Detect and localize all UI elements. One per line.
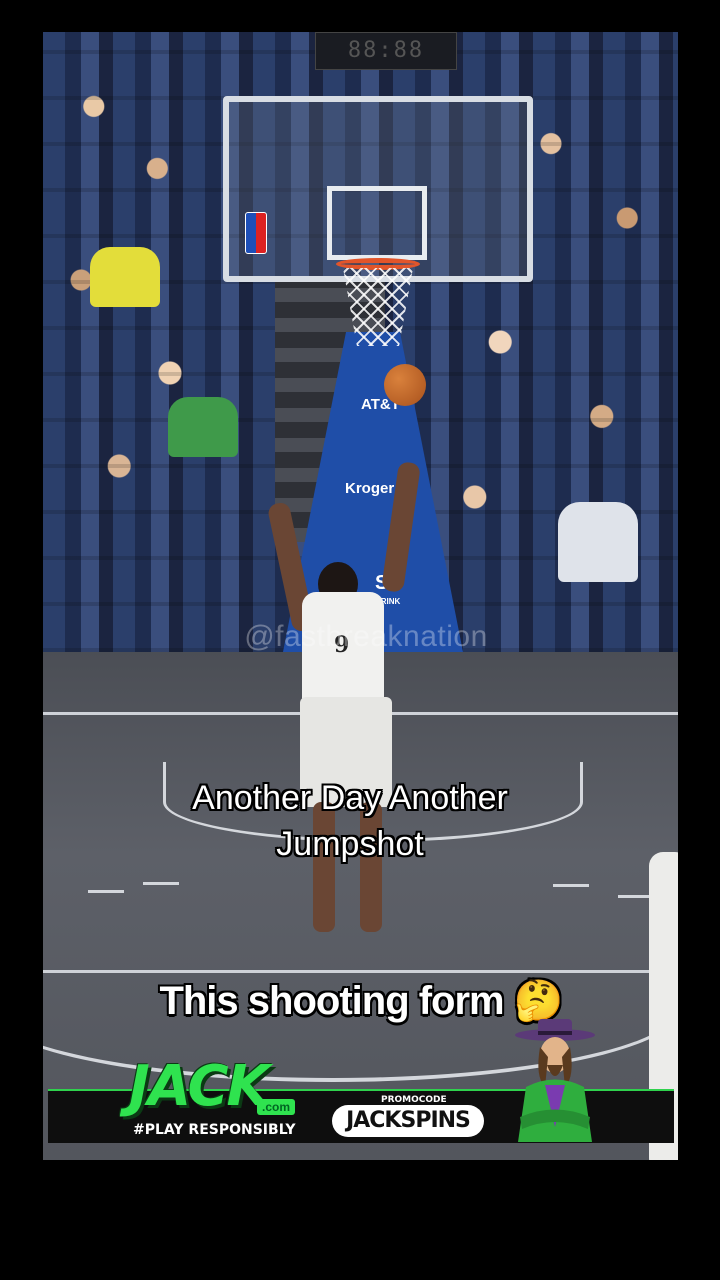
fan-green-shirt bbox=[168, 397, 238, 457]
court-dash bbox=[88, 890, 124, 893]
mascot-character-icon bbox=[515, 1019, 595, 1142]
player-shooting: 9 bbox=[266, 461, 430, 962]
court-dash bbox=[553, 884, 589, 887]
nba-logo-icon bbox=[245, 212, 267, 254]
play-responsibly-text: #PLAY RESPONSIBLY bbox=[133, 1122, 296, 1138]
basketball bbox=[384, 364, 426, 406]
caption-main: Another Day Another Jumpshot bbox=[192, 779, 508, 863]
video-frame[interactable]: 88:88 AT&T Kroger SE DRINK 9 @fastbreakn… bbox=[43, 32, 678, 1160]
fan-yellow-shirt bbox=[90, 247, 160, 307]
promo-code-label: PROMOCODE bbox=[381, 1095, 447, 1105]
jack-com-badge: .com bbox=[257, 1099, 296, 1115]
backboard-target-box bbox=[327, 186, 427, 260]
fan-white-shirt bbox=[558, 502, 638, 582]
player-arm bbox=[381, 461, 421, 593]
court-dash bbox=[143, 882, 179, 885]
jack-logo[interactable]: JACK bbox=[129, 1054, 270, 1119]
promo-code-button[interactable]: JACKSPINS bbox=[332, 1105, 484, 1137]
watermark: @fastbreaknation bbox=[244, 620, 488, 653]
backboard bbox=[223, 96, 533, 282]
shot-clock: 88:88 bbox=[315, 32, 457, 70]
